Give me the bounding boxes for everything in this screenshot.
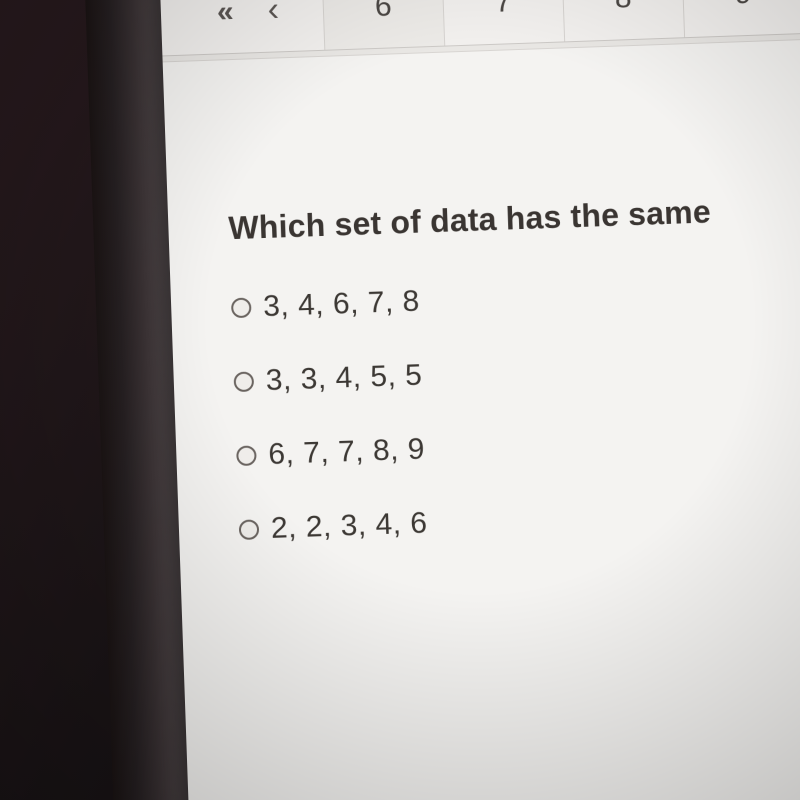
radio-icon [239,519,260,540]
photo-background: « ‹ 6 7 8 9 Which set of data has the sa… [0,0,800,800]
prev-page-button[interactable]: ‹ [267,0,278,30]
page-tab-6[interactable]: 6 [322,0,445,50]
option-4-label: 2, 2, 3, 4, 6 [270,506,428,545]
option-1[interactable]: 3, 4, 6, 7, 8 [231,270,800,325]
first-page-button[interactable]: « [216,0,232,29]
option-3[interactable]: 6, 7, 7, 8, 9 [236,418,800,473]
option-1-label: 3, 4, 6, 7, 8 [263,285,421,324]
question-prompt: Which set of data has the same [228,189,800,247]
option-2[interactable]: 3, 3, 4, 5, 5 [233,344,800,399]
radio-icon [231,297,252,318]
page-tab-9[interactable]: 9 [682,0,800,37]
page-tab-7[interactable]: 7 [442,0,565,46]
option-4[interactable]: 2, 2, 3, 4, 6 [238,492,800,547]
option-3-label: 6, 7, 7, 8, 9 [268,433,426,472]
nav-arrow-group: « ‹ [160,0,326,55]
radio-icon [236,445,257,466]
option-2-label: 3, 3, 4, 5, 5 [265,359,423,398]
question-area: Which set of data has the same 3, 4, 6, … [163,38,800,629]
radio-icon [234,371,255,392]
page-tab-8[interactable]: 8 [562,0,685,41]
screen-content: « ‹ 6 7 8 9 Which set of data has the sa… [160,0,800,800]
